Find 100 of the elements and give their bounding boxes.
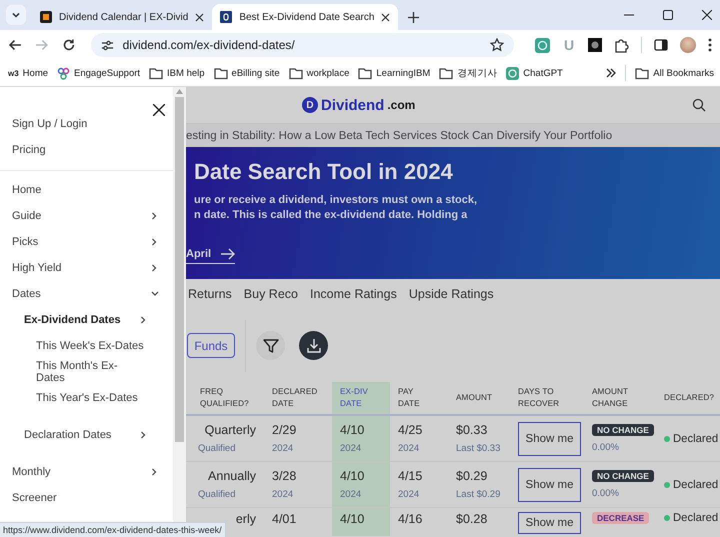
- extensions-puzzle-icon[interactable]: [614, 38, 629, 52]
- tab-title: Best Ex-Dividend Date Search: [239, 12, 374, 22]
- cell-subtext: 2024: [272, 443, 294, 454]
- table-cell-text: 4/10: [340, 512, 366, 526]
- filter-button[interactable]: [256, 331, 285, 360]
- close-icon[interactable]: [381, 12, 390, 22]
- table-cell-text: 4/10: [340, 423, 366, 437]
- nav-link[interactable]: Income Ratings: [310, 287, 397, 301]
- menu-item[interactable]: Home: [0, 177, 173, 203]
- funds-button[interactable]: Funds: [187, 333, 235, 358]
- menu-item[interactable]: Guide: [0, 203, 173, 229]
- logo-suffix[interactable]: .com: [387, 98, 416, 112]
- chevron-down-icon: [151, 290, 159, 298]
- change-badge: NO CHANGE: [592, 424, 654, 436]
- bookmark[interactable]: eBilling site: [214, 66, 280, 80]
- extension-icon[interactable]: [588, 38, 602, 52]
- close-icon[interactable]: [195, 12, 204, 22]
- table-cell-text: Annually: [207, 469, 256, 483]
- bookmark[interactable]: 경제기사: [439, 66, 498, 80]
- ticker-headline[interactable]: esting in Stability: How a Low Beta Tech Services Stock Can Diversify Your Portfolio: [186, 130, 612, 142]
- chevron-right-icon: [151, 468, 159, 476]
- nav-link[interactable]: Returns: [188, 287, 232, 301]
- site-settings-icon[interactable]: [100, 40, 114, 50]
- star-icon[interactable]: [490, 38, 504, 52]
- column-header[interactable]: EX-DIV DATE: [332, 382, 390, 416]
- cell-subtext: 0.00%: [592, 442, 620, 453]
- table-cell-text: 4/25: [398, 423, 424, 437]
- tab-search-button[interactable]: [6, 5, 26, 25]
- menu-icon[interactable]: [708, 38, 712, 52]
- address-bar[interactable]: dividend.com/ex-dividend-dates/: [90, 33, 514, 57]
- overflow-chevrons-icon[interactable]: [606, 68, 616, 78]
- menu-item[interactable]: This Month's Ex-Dates: [0, 359, 173, 385]
- logo-text[interactable]: Dividend: [321, 96, 384, 114]
- url-text: dividend.com/ex-dividend-dates/: [122, 38, 296, 52]
- table-cell-text: 2/29: [272, 423, 298, 437]
- chevron-right-icon: [151, 238, 159, 246]
- new-tab-icon[interactable]: [408, 12, 420, 23]
- browser-tab[interactable]: Dividend Calendar | EX-Divid: [32, 4, 212, 30]
- bookmark[interactable]: All Bookmarks: [635, 66, 714, 80]
- profile-avatar[interactable]: [680, 37, 696, 53]
- extension-icon[interactable]: [535, 38, 550, 52]
- status-text: Declared: [673, 478, 718, 490]
- status-text: Declared: [673, 512, 718, 524]
- menu-item[interactable]: Screener: [0, 485, 173, 511]
- column-header[interactable]: FREQ QUALIFIED?: [186, 382, 264, 416]
- folder-icon: [358, 66, 372, 80]
- chevron-down-icon: [11, 10, 21, 20]
- column-header[interactable]: AMOUNT CHANGE: [584, 382, 656, 416]
- column-header[interactable]: DECLARED?: [656, 382, 720, 416]
- table-cell-text: $0.28: [456, 512, 488, 526]
- bookmark[interactable]: ChatGPT: [506, 66, 563, 80]
- column-header[interactable]: DAYS TO RECOVER: [510, 382, 584, 416]
- menu-link[interactable]: Pricing: [0, 137, 173, 163]
- close-icon[interactable]: [153, 104, 165, 116]
- hero-link[interactable]: April: [186, 248, 236, 264]
- table-cell-text: 4/15: [398, 469, 424, 483]
- show-me-button[interactable]: Show me: [518, 422, 581, 456]
- menu-item[interactable]: This Year's Ex-Dates: [0, 385, 173, 411]
- bookmark[interactable]: IBM help: [149, 66, 205, 80]
- menu-item[interactable]: Ex-Dividend Dates: [0, 307, 173, 333]
- menu-item[interactable]: This Week's Ex-Dates: [0, 333, 173, 359]
- nav-link[interactable]: Buy Reco: [244, 287, 298, 301]
- bookmark[interactable]: w3 Home: [8, 68, 48, 78]
- column-header[interactable]: AMOUNT: [448, 382, 510, 416]
- menu-link[interactable]: Sign Up / Login: [0, 111, 173, 137]
- menu-item[interactable]: Declaration Dates: [0, 422, 173, 448]
- menu-item[interactable]: High Yield: [0, 255, 173, 281]
- menu-item[interactable]: Picks: [0, 229, 173, 255]
- tab-title: Dividend Calendar | EX-Divid: [59, 12, 188, 22]
- folder-icon: [149, 66, 164, 80]
- cell-subtext: 2024: [340, 443, 362, 454]
- close-icon[interactable]: [702, 10, 712, 20]
- chevron-right-icon: [151, 212, 159, 220]
- menu-item[interactable]: Dates: [0, 281, 173, 307]
- table-cell-text: $0.29: [456, 469, 488, 483]
- table-cell-text: erly: [234, 512, 256, 526]
- menu-item[interactable]: Monthly: [0, 459, 173, 485]
- side-panel-icon[interactable]: [654, 38, 668, 52]
- chevron-right-icon: [140, 431, 148, 439]
- table-cell-text: 3/28: [272, 469, 298, 483]
- show-me-button[interactable]: Show me: [518, 468, 581, 502]
- back-arrow-icon[interactable]: [8, 38, 22, 52]
- browser-tab[interactable]: Best Ex-Dividend Date Search: [212, 4, 398, 30]
- maximize-icon[interactable]: [663, 10, 673, 20]
- download-button[interactable]: [299, 331, 328, 360]
- folder-icon: [288, 66, 303, 80]
- arrow-right-icon: [221, 248, 236, 260]
- url-tooltip: https://www.dividend.com/ex-dividend-dates-this-week/: [0, 522, 226, 537]
- linked-circles-icon: [57, 66, 70, 80]
- reload-icon[interactable]: [62, 38, 76, 52]
- bookmark[interactable]: LearningIBM: [358, 66, 430, 80]
- nav-link[interactable]: Upside Ratings: [408, 287, 494, 301]
- bookmark[interactable]: workplace: [288, 66, 350, 80]
- change-badge: NO CHANGE: [592, 470, 654, 482]
- column-header[interactable]: PAY DATE: [390, 382, 448, 416]
- cell-subtext: 2024: [340, 489, 362, 500]
- search-icon[interactable]: [692, 98, 706, 112]
- logo-mark[interactable]: D: [302, 97, 318, 113]
- bookmark[interactable]: EngageSupport: [57, 66, 140, 80]
- show-me-button[interactable]: Show me: [518, 512, 581, 534]
